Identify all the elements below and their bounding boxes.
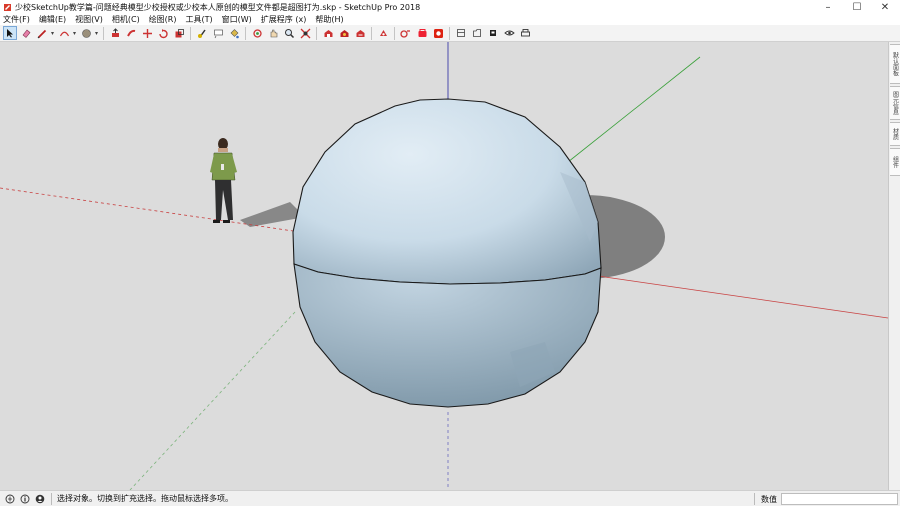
tray-tab-entity-info[interactable]: 图元信息 [890, 86, 900, 120]
geo-location-icon[interactable] [4, 493, 15, 504]
toolbar-separator [103, 26, 104, 40]
drawing-area[interactable] [0, 42, 888, 490]
large-toolset: ▾ ▾ ▾ [0, 25, 900, 42]
pan-icon[interactable] [266, 26, 280, 40]
window-title: 少校SketchUp教学篇-问题经典模型少校授权或少校本人原创的模型文件都是超图… [15, 2, 421, 12]
print-icon[interactable] [518, 26, 532, 40]
toolbar-separator [394, 26, 395, 40]
menu-extensions[interactable]: 扩展程序 (x) [261, 14, 307, 25]
title-bar: 少校SketchUp教学篇-问题经典模型少校授权或少校本人原创的模型文件都是超图… [0, 0, 900, 14]
menu-window[interactable]: 窗口(W) [222, 14, 252, 25]
minimize-button[interactable]: – [813, 0, 843, 14]
close-button[interactable]: ✕ [870, 0, 900, 14]
tray-tab-materials[interactable]: 材质 [890, 122, 900, 146]
scale-icon[interactable] [172, 26, 186, 40]
sketchup-logo-icon [2, 2, 12, 12]
push-pull-icon[interactable] [108, 26, 122, 40]
status-bar: 选择对象。切换到扩充选择。拖动鼠标选择多项。 数值 [0, 490, 900, 506]
menu-view[interactable]: 视图(V) [75, 14, 103, 25]
paint-bucket-icon[interactable] [227, 26, 241, 40]
tray-tab-components[interactable]: 组件 [890, 148, 900, 176]
rotate-icon[interactable] [156, 26, 170, 40]
menu-bar: 文件(F) 编辑(E) 视图(V) 相机(C) 绘图(R) 工具(T) 窗口(W… [0, 14, 900, 25]
pencil-icon[interactable] [35, 26, 49, 40]
eraser-icon[interactable] [19, 26, 33, 40]
extension-warehouse-icon[interactable] [376, 26, 390, 40]
style-builder-icon[interactable] [415, 26, 429, 40]
menu-camera[interactable]: 相机(C) [112, 14, 140, 25]
maximize-button[interactable]: ☐ [842, 0, 872, 14]
menu-edit[interactable]: 编辑(E) [39, 14, 66, 25]
toolbar-separator [245, 26, 246, 40]
sphere-bottom-face[interactable] [293, 263, 602, 408]
toolbar-separator [371, 26, 372, 40]
green-axis-line [567, 56, 701, 163]
red-axis-line [597, 275, 888, 319]
user-account-icon[interactable] [34, 493, 45, 504]
follow-me-icon[interactable] [124, 26, 138, 40]
tape-measure-icon[interactable] [195, 26, 209, 40]
scenes-icon[interactable] [486, 26, 500, 40]
green-axis-dashed [129, 311, 296, 490]
credits-icon[interactable] [19, 493, 30, 504]
text-icon[interactable] [211, 26, 225, 40]
scale-figure[interactable] [210, 138, 237, 223]
pencil-dropdown-icon[interactable]: ▾ [51, 30, 55, 37]
menu-tools[interactable]: 工具(T) [186, 14, 213, 25]
warehouse-icon[interactable] [321, 26, 335, 40]
tray-tab-default[interactable]: 默认面板 [890, 44, 900, 84]
orbit-icon[interactable] [250, 26, 264, 40]
measurements-label: 数值 [761, 495, 777, 504]
outliner-icon[interactable] [454, 26, 468, 40]
default-tray: 默认面板 图元信息 材质 组件 [888, 42, 900, 490]
status-divider [754, 493, 755, 505]
status-divider [51, 492, 52, 505]
measurements-input[interactable] [781, 493, 898, 505]
model-view[interactable] [0, 42, 888, 490]
select-tool-icon[interactable] [3, 26, 17, 40]
arc-icon[interactable] [57, 26, 71, 40]
move-icon[interactable] [140, 26, 154, 40]
status-message: 选择对象。切换到扩充选择。拖动鼠标选择多项。 [57, 494, 233, 503]
menu-draw[interactable]: 绘图(R) [149, 14, 177, 25]
zoom-icon[interactable] [282, 26, 296, 40]
layout-icon[interactable] [399, 26, 413, 40]
share-model-icon[interactable] [353, 26, 367, 40]
toolbar-separator [190, 26, 191, 40]
circle-icon[interactable] [79, 26, 93, 40]
ruby-console-icon[interactable] [431, 26, 445, 40]
menu-file[interactable]: 文件(F) [3, 14, 30, 25]
sphere-top-face[interactable] [292, 98, 602, 285]
zoom-extents-icon[interactable] [298, 26, 312, 40]
component-icon[interactable] [470, 26, 484, 40]
toolbar-separator [316, 26, 317, 40]
shape-dropdown-icon[interactable]: ▾ [95, 30, 99, 37]
toolbar-separator [449, 26, 450, 40]
share-component-icon[interactable] [337, 26, 351, 40]
menu-help[interactable]: 帮助(H) [315, 14, 343, 25]
walkthrough-icon[interactable] [502, 26, 516, 40]
arc-dropdown-icon[interactable]: ▾ [73, 30, 77, 37]
